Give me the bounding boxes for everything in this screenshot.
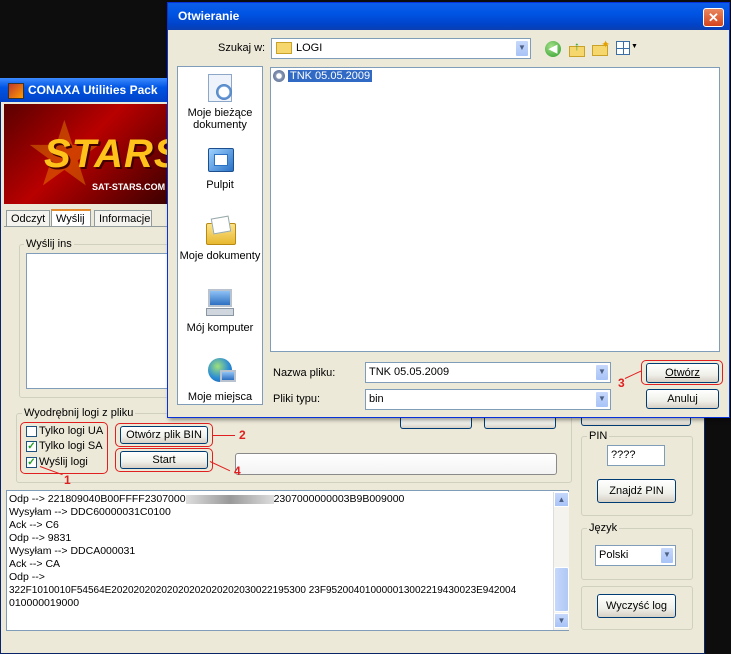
send-logs-label: Wyślij logi [39, 456, 88, 468]
views-menu-icon[interactable]: ▼ [616, 41, 638, 56]
my-documents-icon [204, 215, 236, 247]
file-list[interactable] [270, 67, 720, 352]
open-bin-button[interactable]: Otwórz plik BIN [120, 426, 208, 444]
log-line: Odp --> 221809040B00FFFF2307000 [9, 493, 186, 505]
log-line: Wysyłam --> DDCA000031 [9, 545, 136, 557]
only-sa-label: Tylko logi SA [39, 440, 103, 452]
chevron-down-icon[interactable]: ▼ [515, 40, 529, 57]
start-button[interactable]: Start [120, 451, 208, 469]
place-label: Moje miejsca [187, 391, 253, 403]
log-redaction [185, 494, 274, 504]
pin-group-label: PIN [587, 430, 610, 442]
bin-file-icon [273, 70, 285, 83]
network-places-icon [204, 356, 236, 388]
tab-informacje[interactable]: Informacje [94, 210, 152, 226]
log-scrollbar[interactable]: ▲ ▼ [553, 492, 569, 630]
app-title: CONAXA Utilities Pack [28, 83, 158, 97]
place-my-network[interactable]: Moje miejsca [177, 356, 263, 403]
sat-stars-banner: ★ STARS SAT-STARS.COM [4, 104, 170, 204]
language-group-label: Język [587, 522, 620, 534]
up-folder-icon[interactable]: ↑ [569, 40, 585, 57]
my-computer-icon [204, 287, 236, 319]
open-button[interactable]: Otwórz [646, 363, 719, 383]
place-label: Moje bieżące dokumenty [187, 107, 253, 131]
place-label: Moje dokumenty [179, 250, 261, 262]
log-line: Odp --> 9831 [9, 532, 72, 544]
back-arrow-icon[interactable]: ◀ [545, 41, 561, 57]
scroll-up-icon[interactable]: ▲ [554, 492, 569, 507]
filename-input[interactable]: TNK 05.05.2009 ▼ [365, 362, 611, 383]
file-item[interactable]: TNK 05.05.2009 [273, 70, 373, 85]
place-my-computer[interactable]: Mój komputer [177, 287, 263, 334]
place-label: Pulpit [206, 179, 234, 191]
desktop-icon [204, 144, 236, 176]
filename-value: TNK 05.05.2009 [369, 366, 450, 378]
language-value: Polski [599, 549, 629, 561]
scroll-down-icon[interactable]: ▼ [554, 613, 569, 628]
scroll-thumb[interactable] [554, 567, 569, 612]
extract-logs-group-label: Wyodrębnij logi z pliku [22, 407, 136, 419]
send-logs-checkbox[interactable]: ✓ [26, 457, 37, 468]
log-line: Wysyłam --> DDC60000031C0100 [9, 506, 171, 518]
tab-divider [4, 226, 170, 227]
annotation-number-2: 2 [239, 428, 246, 442]
only-sa-checkbox[interactable]: ✓ [26, 441, 37, 452]
annotation-line-2 [213, 435, 235, 436]
recent-documents-icon [204, 72, 236, 104]
app-icon [8, 83, 24, 99]
filetype-select[interactable]: bin ▼ [365, 389, 611, 410]
log-line: 2307000000003B9B009000 [273, 493, 405, 505]
log-line: 010000019000 [9, 597, 80, 609]
log-line: Ack --> C6 [9, 519, 59, 531]
filename-label: Nazwa pliku: [273, 367, 336, 379]
chevron-down-icon[interactable]: ▼ [595, 364, 609, 381]
annotation-number-1: 1 [64, 473, 71, 487]
chevron-down-icon[interactable]: ▼ [660, 547, 674, 564]
filetype-label: Pliki typu: [273, 393, 321, 405]
tab-wyslij[interactable]: Wyślij [51, 209, 91, 226]
dialog-title: Otwieranie [178, 9, 240, 23]
send-ins-group-label: Wyślij ins [24, 238, 74, 250]
filetype-value: bin [369, 393, 384, 405]
look-in-select[interactable]: LOGI ▼ [271, 38, 531, 59]
place-recent-documents[interactable]: Moje bieżące dokumenty [177, 72, 263, 131]
folder-icon [276, 42, 292, 55]
clear-log-button[interactable]: Wyczyść log [597, 594, 676, 618]
only-ua-checkbox[interactable] [26, 426, 37, 437]
send-ins-textarea[interactable] [26, 253, 169, 389]
new-folder-icon[interactable]: ✦ [592, 39, 610, 57]
annotation-number-3: 3 [618, 376, 625, 390]
language-select[interactable]: Polski ▼ [595, 545, 676, 566]
log-line: Odp --> [9, 571, 45, 583]
look-in-label: Szukaj w: [218, 42, 266, 54]
chevron-down-icon[interactable]: ▼ [595, 391, 609, 408]
close-icon[interactable]: ✕ [703, 8, 724, 27]
log-content: Odp --> 221809040B00FFFF2307000 230700000… [9, 493, 554, 610]
dialog-titlebar[interactable] [168, 3, 729, 30]
place-my-documents[interactable]: Moje dokumenty [177, 215, 263, 262]
place-label: Mój komputer [186, 322, 254, 334]
place-desktop[interactable]: Pulpit [177, 144, 263, 191]
progress-bar [235, 453, 557, 475]
file-name: TNK 05.05.2009 [288, 70, 373, 83]
only-ua-label: Tylko logi UA [39, 425, 104, 437]
banner-logo-text: STARS [44, 132, 170, 176]
log-line: 322F1010010F54564E2020202020202020202020… [9, 585, 517, 596]
cancel-button[interactable]: Anuluj [646, 389, 719, 409]
annotation-number-4: 4 [234, 464, 241, 478]
log-line: Ack --> CA [9, 558, 61, 570]
banner-url: SAT-STARS.COM [92, 182, 166, 192]
find-pin-button[interactable]: Znajdź PIN [597, 479, 676, 503]
look-in-value: LOGI [296, 42, 323, 54]
pin-field[interactable]: ???? [607, 445, 665, 466]
tab-odczyt[interactable]: Odczyt [6, 210, 50, 226]
